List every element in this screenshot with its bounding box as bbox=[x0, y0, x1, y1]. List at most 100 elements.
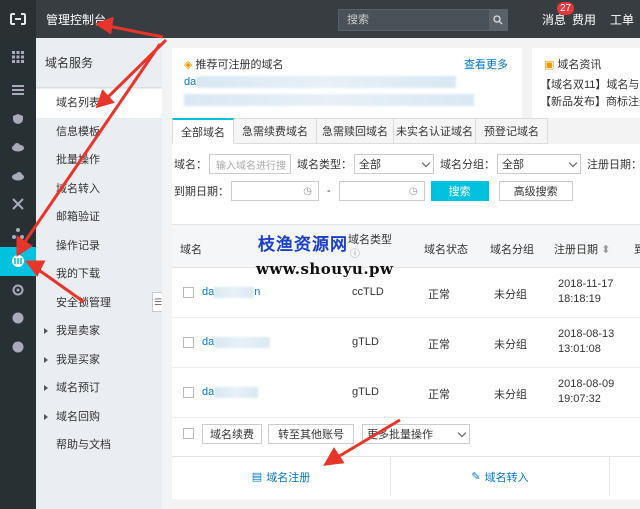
renew-button[interactable]: 域名续费 bbox=[202, 424, 262, 444]
register-domain-card[interactable]: ▤ 域名注册 bbox=[172, 457, 391, 496]
grid-menu-icon[interactable] bbox=[0, 38, 36, 76]
domain-list-panel: 域名： 输入域名进行搜 域名类型： 全部 域名分组： 全部 注册日期： 到期日期… bbox=[172, 144, 640, 499]
messages-link[interactable]: 消息 27 bbox=[536, 1, 575, 28]
extra-card[interactable] bbox=[610, 457, 640, 496]
domain-status: 正常 bbox=[428, 289, 450, 301]
top-links: 消息 27 费用 工单 bbox=[536, 0, 640, 38]
circle-icon[interactable] bbox=[0, 304, 36, 333]
search-icon[interactable] bbox=[489, 10, 507, 30]
header-domain: 域名 bbox=[180, 244, 202, 256]
domain-type: gTLD bbox=[352, 336, 379, 348]
clock-icon: ◷ bbox=[303, 185, 312, 197]
table-header: 域名 域名类型 ⓘ 域名状态 域名分组 注册日期 ⬍ 到 bbox=[172, 224, 640, 268]
sidebar-item-security-lock[interactable]: 安全锁管理 bbox=[36, 289, 162, 318]
sidebar-item-buyback[interactable]: 域名回购 bbox=[36, 403, 162, 432]
sidebar-item-batch[interactable]: 批量操作 bbox=[36, 146, 162, 175]
advanced-search-button[interactable]: 高级搜索 bbox=[498, 181, 573, 201]
domain-prefix: da bbox=[202, 386, 215, 398]
header-type-text: 域名类型 bbox=[348, 234, 392, 246]
domain-link[interactable]: da n bbox=[202, 286, 260, 298]
chevron-down-icon bbox=[421, 158, 431, 167]
cloud-icon[interactable] bbox=[0, 133, 36, 162]
group-filter-label: 域名分组： bbox=[440, 159, 495, 171]
sidebar-item-transfer-in[interactable]: 域名转入 bbox=[36, 175, 162, 204]
recommend-panel: ◈ 推荐可注册的域名 查看更多 da bbox=[172, 48, 522, 118]
billing-link[interactable]: 费用 bbox=[572, 11, 602, 28]
transfer-account-button[interactable]: 转至其他账号 bbox=[268, 424, 354, 444]
sidebar-item-reserve[interactable]: 域名预订 bbox=[36, 374, 162, 403]
tab-all-domains[interactable]: 全部域名 bbox=[172, 118, 234, 144]
row-checkbox[interactable] bbox=[183, 287, 194, 298]
domain-filter-input[interactable]: 输入域名进行搜 bbox=[209, 154, 291, 174]
bulk-actions-row: 域名续费 转至其他账号 更多批量操作 bbox=[172, 418, 640, 448]
sidebar-item-buyer[interactable]: 我是买家 bbox=[36, 346, 162, 375]
exp-date-start-input[interactable]: ◷ bbox=[231, 181, 319, 201]
header-reg-date[interactable]: 注册日期 ⬍ bbox=[554, 241, 610, 257]
document-icon: ▤ bbox=[251, 471, 263, 483]
search-input[interactable] bbox=[339, 10, 489, 30]
type-filter-select[interactable]: 全部 bbox=[354, 154, 434, 174]
news-item[interactable]: 【域名双11】域名与商 bbox=[540, 76, 640, 92]
quick-action-cards: ▤ 域名注册 ✎ 域名转入 bbox=[172, 456, 640, 496]
more-bulk-select[interactable]: 更多批量操作 bbox=[362, 424, 470, 444]
gear-icon[interactable] bbox=[0, 276, 36, 305]
row-checkbox[interactable] bbox=[183, 337, 194, 348]
tab-pre-registered[interactable]: 预登记域名 bbox=[476, 118, 548, 144]
sidebar-item-seller[interactable]: 我是卖家 bbox=[36, 317, 162, 346]
sidebar-item-email-verify[interactable]: 邮箱验证 bbox=[36, 203, 162, 232]
chevron-down-icon bbox=[568, 158, 578, 167]
table-row: da gTLD 正常 未分组 2018-08-09 19:07:32 bbox=[172, 368, 640, 418]
header-type: 域名类型 ⓘ bbox=[348, 233, 392, 262]
tab-unverified[interactable]: 未实名认证域名 bbox=[394, 118, 476, 144]
header-expiry: 到 bbox=[634, 244, 640, 256]
domain-tabs: 全部域名 急需续费域名 急需赎回域名 未实名认证域名 预登记域名 bbox=[172, 118, 548, 144]
domain-group: 未分组 bbox=[494, 389, 527, 401]
ticket-link[interactable]: 工单 bbox=[602, 11, 640, 28]
sidebar-item-domain-list[interactable]: 域名列表 bbox=[36, 89, 162, 118]
list-icon[interactable] bbox=[0, 76, 36, 105]
recommend-domain[interactable]: da bbox=[184, 76, 522, 109]
group-filter-value: 全部 bbox=[502, 159, 524, 171]
domain-filter-label: 域名： bbox=[174, 159, 207, 171]
shield-icon[interactable] bbox=[0, 105, 36, 134]
exp-date-end-input[interactable]: ◷ bbox=[338, 181, 425, 201]
console-title[interactable]: 管理控制台 bbox=[46, 11, 106, 28]
help-icon[interactable]: ⓘ bbox=[350, 249, 360, 260]
recommend-more-link[interactable]: 查看更多 bbox=[464, 56, 508, 72]
top-bar: 管理控制台 消息 27 费用 工单 bbox=[0, 0, 640, 38]
tag-icon: ◈ bbox=[184, 58, 193, 71]
blurred-domain bbox=[214, 286, 255, 298]
blurred-domain bbox=[196, 76, 457, 89]
sidebar-item-downloads[interactable]: 我的下载 bbox=[36, 260, 162, 289]
domain-link[interactable]: da bbox=[202, 386, 259, 398]
domain-link[interactable]: da bbox=[202, 336, 271, 348]
sort-icon[interactable]: ⬍ bbox=[601, 244, 610, 256]
news-title: ▣ 域名资讯 bbox=[544, 56, 601, 72]
recommend-title: ◈ 推荐可注册的域名 bbox=[184, 56, 283, 72]
row-checkbox[interactable] bbox=[183, 387, 194, 398]
circle-icon-2[interactable] bbox=[0, 333, 36, 362]
cross-arrows-icon[interactable] bbox=[0, 190, 36, 219]
cloud-upload-icon[interactable] bbox=[0, 162, 36, 191]
tab-need-renew[interactable]: 急需续费域名 bbox=[234, 118, 317, 144]
reg-date: 2018-11-17 bbox=[558, 278, 614, 290]
tab-need-redeem[interactable]: 急需赎回域名 bbox=[317, 118, 394, 144]
news-item[interactable]: 【新品发布】商标注册 bbox=[540, 93, 640, 109]
transfer-in-card[interactable]: ✎ 域名转入 bbox=[391, 457, 610, 496]
network-icon[interactable] bbox=[0, 219, 36, 248]
group-filter-select[interactable]: 全部 bbox=[497, 154, 581, 174]
search-button[interactable]: 搜索 bbox=[430, 181, 489, 201]
blurred-domain-2 bbox=[184, 94, 474, 107]
more-bulk-select-value: 更多批量操作 bbox=[367, 429, 433, 441]
sidebar-item-operation-log[interactable]: 操作记录 bbox=[36, 232, 162, 261]
reg-time: 13:01:08 bbox=[558, 343, 601, 355]
header-status: 域名状态 bbox=[424, 244, 468, 256]
domain-service-icon[interactable] bbox=[0, 247, 36, 276]
type-filter-value: 全部 bbox=[359, 159, 381, 171]
top-search bbox=[338, 9, 508, 31]
sidebar-item-info-template[interactable]: 信息模板 bbox=[36, 118, 162, 147]
sidebar-item-help[interactable]: 帮助与文档 bbox=[36, 431, 162, 460]
select-all-checkbox[interactable] bbox=[183, 428, 194, 439]
aliyun-logo-icon[interactable] bbox=[0, 0, 36, 38]
news-title-text: 域名资讯 bbox=[557, 59, 602, 71]
